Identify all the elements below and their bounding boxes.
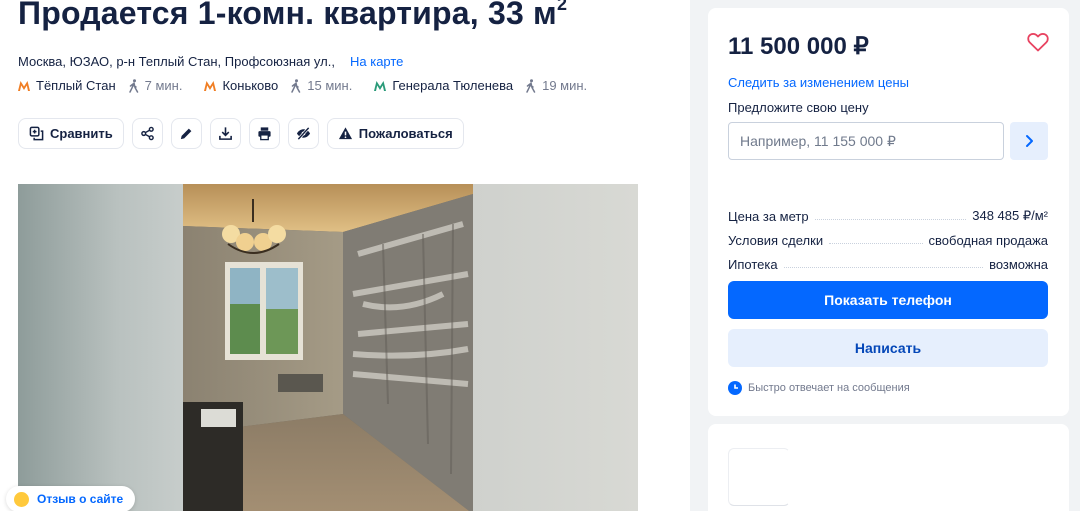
address: Москва, ЮЗАО, р-н Теплый Стан, Профсоюзн… [18,54,335,69]
placeholder-thumbnail [728,448,790,506]
download-icon [218,127,232,140]
share-icon [140,126,154,141]
offer-placeholder: Например, 11 155 000 ₽ [740,132,896,149]
fast-reply-note: Быстро отвечает на сообщения [728,381,910,395]
metro-icon [204,80,217,91]
report-button[interactable]: Пожаловаться [326,118,464,149]
fast-reply-label: Быстро отвечает на сообщения [748,382,910,394]
compare-icon [29,126,44,141]
walk-time: 15 мин. [307,78,353,93]
feedback-button[interactable]: Отзыв о сайте [6,486,136,511]
walk-icon [526,78,536,93]
offer-label: Предложите свою цену [728,100,869,115]
metro-item[interactable]: Тёплый Стан 7 мин. [18,78,182,93]
metro-icon [18,80,30,91]
write-message-button[interactable]: Написать [728,329,1048,367]
photo-gallery[interactable] [18,184,638,511]
page-title: Продается 1-комн. квартира, 33 м2 [18,0,568,31]
edit-button[interactable] [170,118,202,149]
metro-icon [374,80,387,91]
walk-time: 19 мин. [542,78,588,93]
metro-item[interactable]: Коньково 15 мин. [204,78,352,93]
printer-icon [258,127,271,141]
offer-submit-button[interactable] [1010,122,1048,160]
detail-value: 348 485 ₽/м² [972,208,1048,223]
listing-main: Продается 1-комн. квартира, 33 м2 Москва… [0,0,690,511]
smile-icon [14,491,29,507]
detail-row: Ипотека возможна [728,248,1048,272]
heart-icon[interactable] [1027,32,1049,52]
detail-label: Ипотека [728,257,778,272]
walk-time: 7 мин. [144,78,183,93]
compare-button[interactable]: Сравнить [18,118,124,149]
price-details: Цена за метр 348 485 ₽/м² Условия сделки с… [728,200,1048,272]
metro-station: Генерала Тюленева [392,78,514,93]
detail-label: Цена за метр [728,209,809,224]
metro-station: Коньково [222,78,279,93]
walk-icon [291,78,301,93]
download-button[interactable] [209,118,241,149]
share-button[interactable] [131,118,163,149]
map-link[interactable]: На карте [350,54,403,69]
report-label: Пожаловаться [358,126,453,141]
feedback-label: Отзыв о сайте [37,492,124,506]
metro-list: Тёплый Стан 7 мин. Коньково 15 мин. Гене… [18,78,609,93]
detail-value: свободная продажа [928,233,1048,248]
track-price-link[interactable]: Следить за изменением цены [728,75,909,90]
warning-icon [338,127,352,140]
metro-station: Тёплый Стан [36,78,116,93]
gallery-blur-right [473,184,638,511]
action-toolbar: Сравнить Пожаловаться [18,118,464,149]
pencil-icon [180,128,192,140]
walk-icon [128,78,138,93]
detail-label: Условия сделки [728,233,824,248]
clock-icon [728,381,742,395]
detail-row: Цена за метр 348 485 ₽/м² [728,200,1048,224]
metro-item[interactable]: Генерала Тюленева 19 мин. [374,78,587,93]
offer-price-input[interactable]: Например, 11 155 000 ₽ [728,122,1004,160]
hide-button[interactable] [287,118,319,149]
detail-value: возможна [989,257,1048,272]
gallery-blur-left [18,184,183,511]
print-button[interactable] [248,118,280,149]
room-photo [183,184,473,511]
price-card: 11 500 000 ₽ Следить за изменением цены … [708,8,1069,416]
secondary-card [708,424,1069,511]
compare-label: Сравнить [50,126,113,141]
detail-row: Условия сделки свободная продажа [728,224,1048,248]
eye-off-icon [296,126,310,141]
show-phone-button[interactable]: Показать телефон [728,281,1048,319]
price: 11 500 000 ₽ [728,33,869,60]
listing-photo[interactable] [183,184,473,511]
chevron-right-icon [1026,135,1033,147]
